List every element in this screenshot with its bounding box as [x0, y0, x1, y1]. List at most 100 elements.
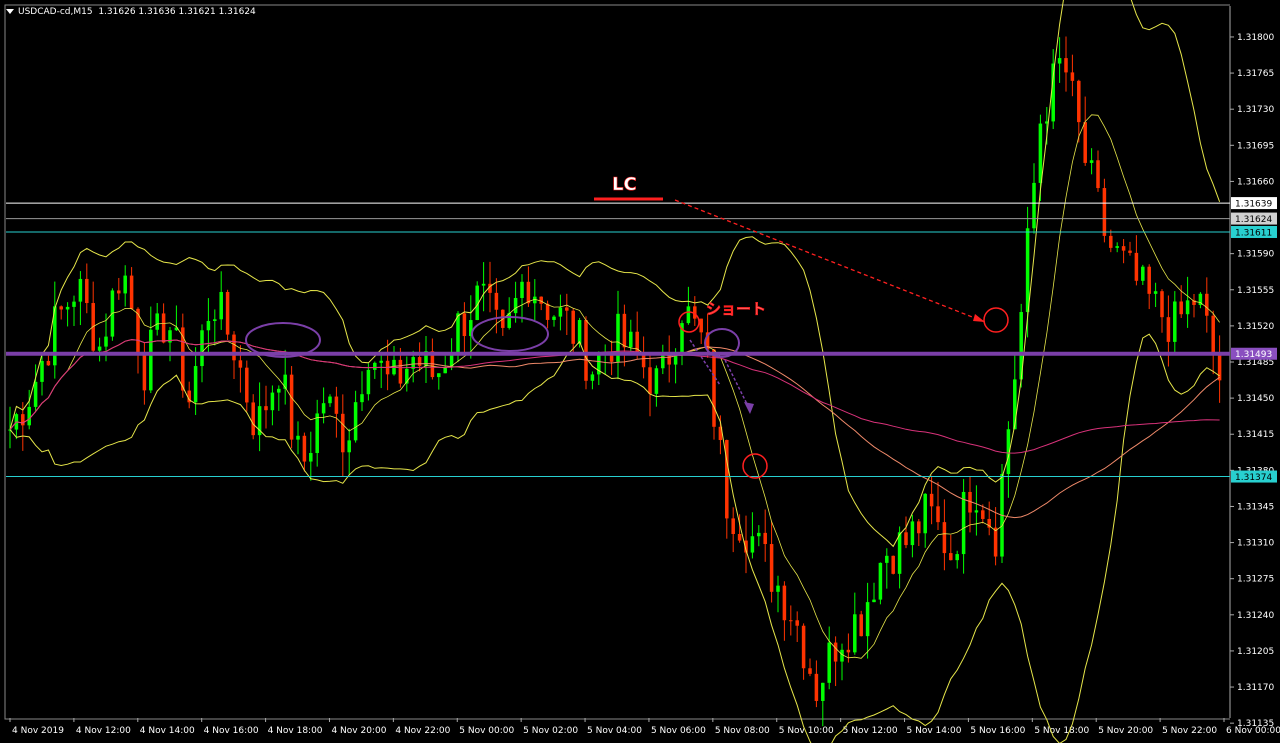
- x-tick-label: 5 Nov 20:00: [1098, 726, 1153, 736]
- price-label-text: 1.31611: [1235, 228, 1272, 238]
- candle-body: [65, 306, 70, 310]
- candle-body: [1070, 72, 1075, 81]
- y-tick-label: 1.31765: [1237, 69, 1274, 79]
- candle-body: [910, 521, 915, 546]
- short-arrow-head: [744, 402, 754, 414]
- candle-body: [302, 435, 307, 462]
- candle-body: [776, 585, 780, 592]
- candle-body: [155, 313, 159, 330]
- candle-body: [885, 555, 889, 563]
- candle-body: [296, 435, 300, 440]
- x-tick-label: 4 Nov 2019: [12, 726, 64, 736]
- candle-body: [97, 346, 102, 351]
- candle-body: [1064, 58, 1068, 73]
- ma-orange-line: [9, 339, 1220, 519]
- candlestick-chart[interactable]: 1.31800 1.31765 1.31730 1.31695 1.31660 1.315…: [0, 0, 1280, 743]
- y-tick-label: 1.31695: [1237, 141, 1274, 151]
- x-tick-label: 5 Nov 04:00: [587, 726, 642, 736]
- candle-body: [437, 373, 441, 378]
- candle-body: [347, 440, 351, 453]
- candle-body: [46, 360, 51, 366]
- candle-body: [289, 374, 294, 440]
- candle-body: [993, 527, 998, 557]
- candle-body: [1141, 266, 1145, 281]
- candle-body: [936, 506, 940, 523]
- candle-body: [1025, 228, 1030, 313]
- candle-body: [917, 521, 921, 534]
- x-tick-label: 4 Nov 20:00: [331, 726, 386, 736]
- candle-body: [942, 522, 947, 554]
- candle-body: [1160, 291, 1164, 318]
- bollinger-lower: [9, 333, 1220, 743]
- candle-body: [40, 360, 44, 382]
- candle-body: [456, 313, 460, 355]
- candle-body: [750, 536, 755, 553]
- candle-body: [200, 330, 204, 367]
- candle-body: [974, 510, 979, 513]
- candle-body: [232, 334, 236, 361]
- candle-body: [955, 554, 959, 561]
- candle-body: [462, 313, 467, 337]
- candle-body: [85, 278, 89, 304]
- candle-body: [648, 367, 652, 394]
- candle-body: [757, 532, 761, 537]
- x-tick-label: 5 Nov 16:00: [970, 726, 1025, 736]
- candle-body: [206, 320, 211, 331]
- candle-body: [238, 360, 243, 368]
- x-tick-label: 5 Nov 00:00: [459, 726, 514, 736]
- candle-body: [1096, 160, 1100, 189]
- candle-body: [33, 381, 38, 407]
- y-tick-label: 1.31450: [1237, 394, 1274, 404]
- candle-body: [891, 555, 895, 574]
- x-tick-label: 5 Nov 06:00: [651, 726, 706, 736]
- x-tick-label: 5 Nov 08:00: [715, 726, 770, 736]
- candle-body: [865, 602, 870, 637]
- candle-body: [545, 303, 550, 320]
- candle-body: [1032, 182, 1036, 229]
- candle-body: [1185, 300, 1190, 315]
- candle-body: [27, 406, 31, 426]
- candle-body: [731, 518, 735, 535]
- candle-body: [1217, 353, 1222, 381]
- candle-body: [1147, 266, 1151, 294]
- lc-label: LC: [612, 174, 637, 195]
- candle-body: [417, 357, 422, 366]
- stop-circle: [983, 307, 1009, 333]
- candle-body: [21, 414, 25, 426]
- price-label-text: 1.31639: [1235, 200, 1272, 210]
- x-tick-label: 5 Nov 18:00: [1034, 726, 1089, 736]
- candle-body: [1134, 252, 1139, 281]
- candle-body: [1083, 122, 1087, 163]
- x-tick-label: 5 Nov 10:00: [779, 726, 834, 736]
- candle-body: [213, 319, 217, 321]
- candle-body: [1038, 123, 1043, 183]
- y-tick-label: 1.31520: [1237, 322, 1274, 332]
- candle-body: [149, 329, 153, 391]
- candle-body: [904, 532, 908, 546]
- candle-body: [379, 360, 383, 363]
- candle-body: [590, 374, 595, 381]
- y-tick-label: 1.31170: [1237, 683, 1274, 693]
- candle-body: [840, 649, 844, 662]
- candle-body: [769, 544, 774, 592]
- dropdown-triangle-icon[interactable]: [6, 9, 14, 14]
- candle-body: [142, 354, 147, 391]
- candle-body: [270, 392, 275, 411]
- price-label-text: 1.31493: [1235, 350, 1272, 360]
- y-tick-label: 1.31660: [1237, 177, 1274, 187]
- candle-body: [929, 493, 934, 507]
- candle-body: [808, 668, 812, 674]
- candle-body: [801, 625, 806, 669]
- candle-body: [699, 318, 703, 333]
- candle-body: [1153, 291, 1158, 294]
- y-tick-label: 1.31275: [1237, 575, 1274, 585]
- candle-body: [923, 493, 927, 534]
- x-tick-label: 4 Nov 18:00: [268, 726, 323, 736]
- candle-body: [398, 359, 403, 384]
- x-tick-label: 4 Nov 16:00: [204, 726, 259, 736]
- y-tick-label: 1.31345: [1237, 502, 1274, 512]
- x-tick-label: 4 Nov 14:00: [140, 726, 195, 736]
- chart-window[interactable]: 1.31800 1.31765 1.31730 1.31695 1.31660 1.315…: [0, 0, 1280, 743]
- ma-magenta-line: [9, 339, 1220, 454]
- candle-body: [251, 402, 255, 436]
